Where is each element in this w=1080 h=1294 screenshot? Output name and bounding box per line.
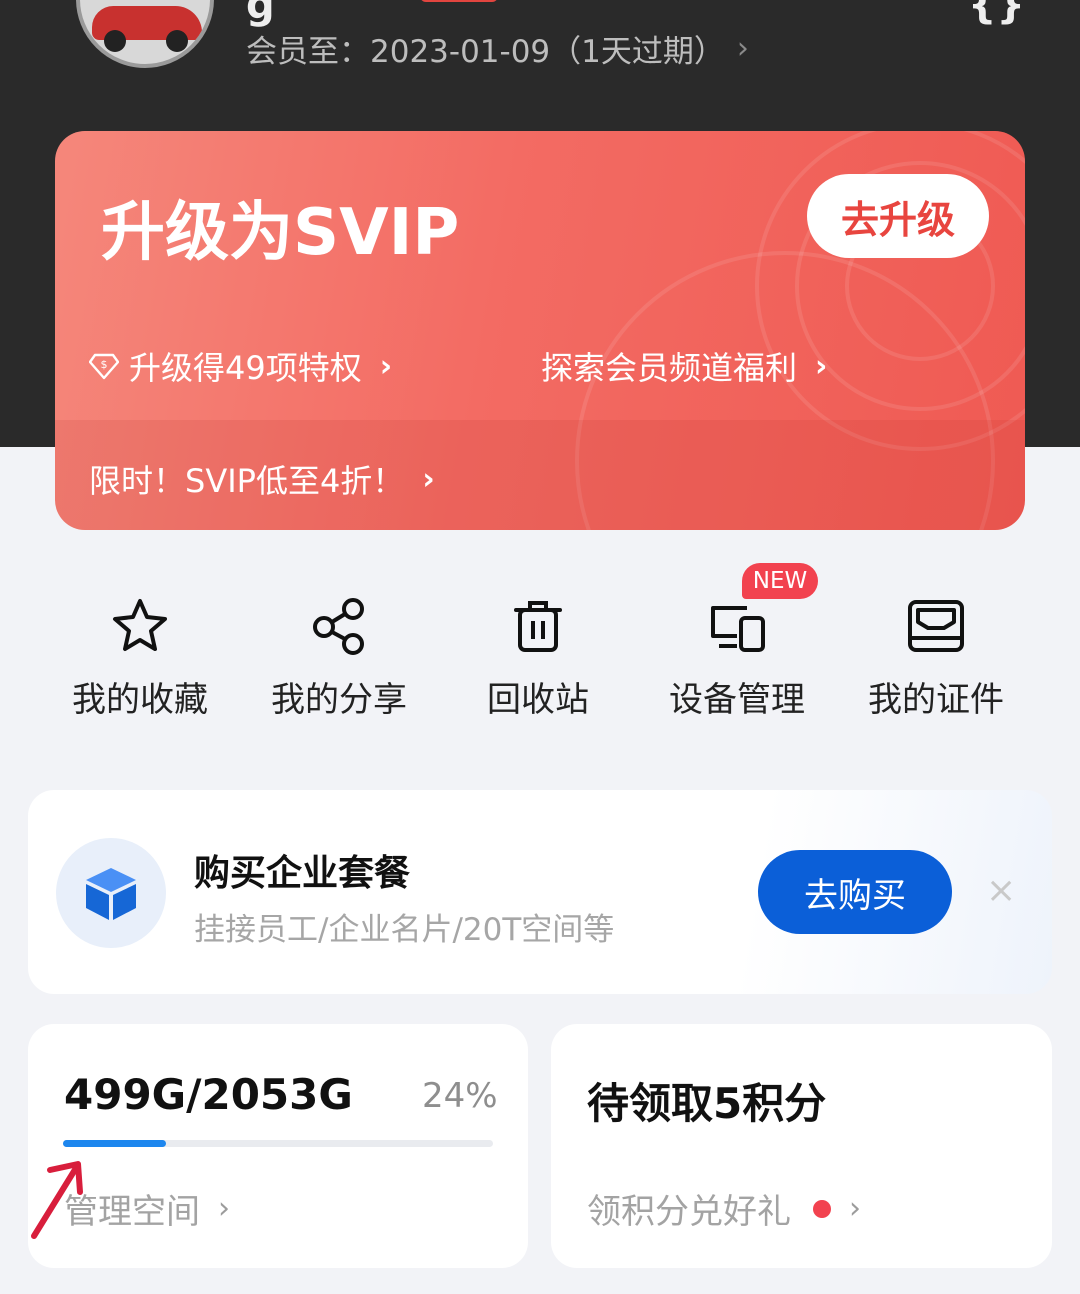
svg-text:$: $ bbox=[101, 358, 108, 371]
svip-upgrade-card[interactable]: 升级为SVIP 去升级 $ 升级得49项特权 › 探索会员频道福利 › 限时！S… bbox=[55, 131, 1025, 530]
close-icon[interactable]: × bbox=[986, 870, 1016, 911]
explore-benefits-label: 探索会员频道福利 bbox=[541, 349, 798, 387]
cube-icon bbox=[86, 868, 136, 920]
shortcut-label: 我的收藏 bbox=[72, 680, 208, 720]
shortcut-label: 设备管理 bbox=[669, 680, 805, 720]
chevron-right-icon: › bbox=[422, 461, 435, 497]
redeem-gifts-label: 领积分兑好礼 bbox=[587, 1192, 791, 1232]
shortcut-recycle-bin[interactable]: 回收站 bbox=[438, 560, 638, 730]
username: g bbox=[246, 0, 275, 28]
shortcut-grid: 我的收藏 我的分享 回收站 设备管理 我的证件 bbox=[40, 560, 1040, 730]
devices-icon bbox=[711, 606, 765, 652]
cube-icon-background bbox=[56, 838, 166, 948]
share-icon bbox=[313, 598, 364, 655]
membership-expiry-link[interactable]: 会员至：2023-01-09（1天过期） › bbox=[246, 26, 749, 71]
svip-promo-link[interactable]: 限时！SVIP低至4折！ › bbox=[89, 456, 435, 502]
points-title: 待领取5积分 bbox=[587, 1079, 827, 1128]
manage-space-link[interactable]: 管理空间 › bbox=[64, 1184, 230, 1233]
enterprise-subtitle: 挂接员工/企业名片/20T空间等 bbox=[194, 912, 615, 948]
redeem-gifts-link[interactable]: 领积分兑好礼 › bbox=[587, 1184, 861, 1233]
id-card-icon bbox=[908, 600, 964, 652]
vip-level-badge bbox=[420, 0, 498, 2]
shortcut-favorites[interactable]: 我的收藏 bbox=[40, 560, 240, 730]
chevron-right-icon: › bbox=[815, 348, 828, 384]
shortcut-label: 我的证件 bbox=[868, 680, 1004, 720]
svip-promo-label: 限时！SVIP低至4折！ bbox=[89, 462, 405, 500]
storage-progress-fill bbox=[63, 1140, 167, 1147]
shortcut-label: 回收站 bbox=[487, 680, 589, 720]
upgrade-button[interactable]: 去升级 bbox=[807, 174, 989, 258]
shortcut-id-documents[interactable]: 我的证件 bbox=[836, 560, 1036, 730]
enterprise-title: 购买企业套餐 bbox=[194, 853, 411, 894]
shortcut-label: 我的分享 bbox=[271, 680, 407, 720]
chevron-right-icon: › bbox=[849, 1191, 861, 1226]
star-icon bbox=[113, 599, 167, 651]
storage-usage: 499G/2053G bbox=[64, 1070, 353, 1119]
diamond-icon: $ bbox=[89, 353, 119, 380]
buy-button[interactable]: 去购买 bbox=[758, 850, 952, 934]
customer-service-icon[interactable]: {} bbox=[968, 0, 1025, 28]
trash-icon bbox=[514, 601, 562, 652]
annotation-arrow-icon bbox=[31, 1161, 83, 1239]
notification-dot bbox=[813, 1199, 831, 1218]
storage-progress-bar bbox=[63, 1140, 493, 1147]
storage-percent: 24% bbox=[422, 1076, 498, 1116]
enterprise-plan-banner[interactable]: 购买企业套餐 挂接员工/企业名片/20T空间等 去购买 × bbox=[28, 790, 1052, 994]
svip-title: 升级为SVIP bbox=[101, 196, 460, 270]
explore-benefits-link[interactable]: 探索会员频道福利 › bbox=[541, 343, 827, 389]
shortcut-shares[interactable]: 我的分享 bbox=[239, 560, 439, 730]
privileges-link[interactable]: $ 升级得49项特权 › bbox=[89, 343, 392, 389]
chevron-right-icon: › bbox=[379, 348, 393, 384]
chevron-right-icon: › bbox=[736, 31, 749, 66]
privileges-link-label: 升级得49项特权 bbox=[129, 349, 362, 387]
avatar-wheel-rear bbox=[166, 30, 188, 52]
new-badge: NEW bbox=[742, 563, 818, 599]
storage-card[interactable]: 499G/2053G 24% 管理空间 › bbox=[28, 1024, 528, 1268]
membership-expiry-text: 会员至：2023-01-09（1天过期） bbox=[246, 34, 725, 70]
points-card[interactable]: 待领取5积分 领积分兑好礼 › bbox=[551, 1024, 1052, 1268]
chevron-right-icon: › bbox=[218, 1191, 230, 1226]
avatar-wheel-front bbox=[104, 30, 126, 52]
